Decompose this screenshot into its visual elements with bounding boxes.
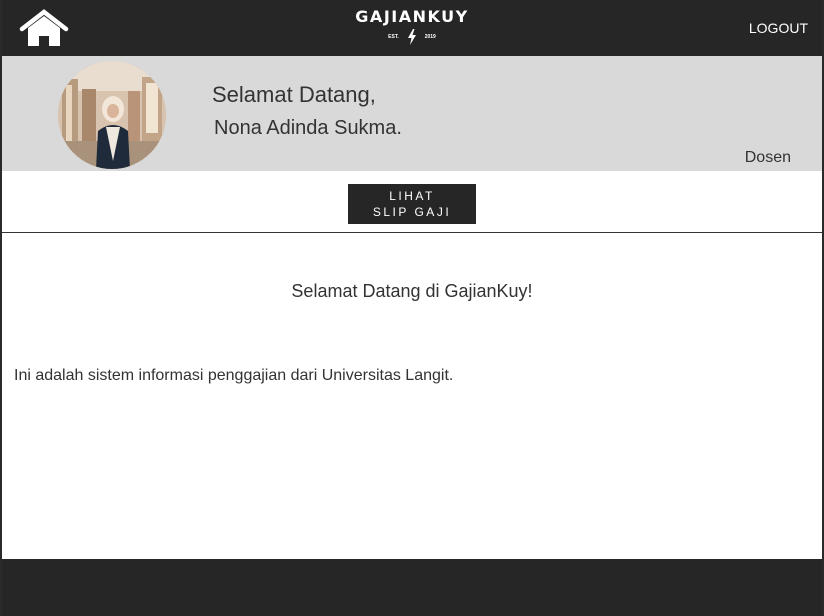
footer xyxy=(2,559,822,616)
welcome-heading: Selamat Datang di GajianKuy! xyxy=(291,281,533,301)
intro-text: Ini adalah sistem informasi penggajian d… xyxy=(14,367,454,384)
home-button[interactable] xyxy=(18,9,70,49)
lightning-bolt-icon xyxy=(407,29,416,45)
brand-est: EST. xyxy=(388,34,399,40)
top-navbar: GAJIANKUY EST. 2019 LOGOUT xyxy=(2,0,822,56)
view-payslip-button[interactable]: LIHAT SLIP GAJI xyxy=(348,184,476,224)
user-role: Dosen xyxy=(744,149,791,166)
avatar xyxy=(58,61,166,169)
app-frame: GAJIANKUY EST. 2019 LOGOUT Selamat Datan… xyxy=(0,0,824,616)
brand-year: 2019 xyxy=(424,34,436,40)
view-payslip-line2: SLIP GAJI xyxy=(372,205,452,219)
brand-name: GAJIANKUY xyxy=(355,7,469,26)
view-payslip-line1: LIHAT xyxy=(389,189,435,203)
action-bar: LIHAT SLIP GAJI xyxy=(2,171,822,233)
profile-banner: Selamat Datang, Nona Adinda Sukma. Dosen xyxy=(2,56,822,171)
greeting-text: Selamat Datang, xyxy=(212,82,376,107)
home-icon xyxy=(19,9,69,46)
brand-tagline: EST. 2019 xyxy=(332,28,492,46)
brand-logo: GAJIANKUY EST. 2019 xyxy=(332,6,492,52)
logout-link[interactable]: LOGOUT xyxy=(749,20,808,36)
user-name: Nona Adinda Sukma. xyxy=(214,117,402,139)
